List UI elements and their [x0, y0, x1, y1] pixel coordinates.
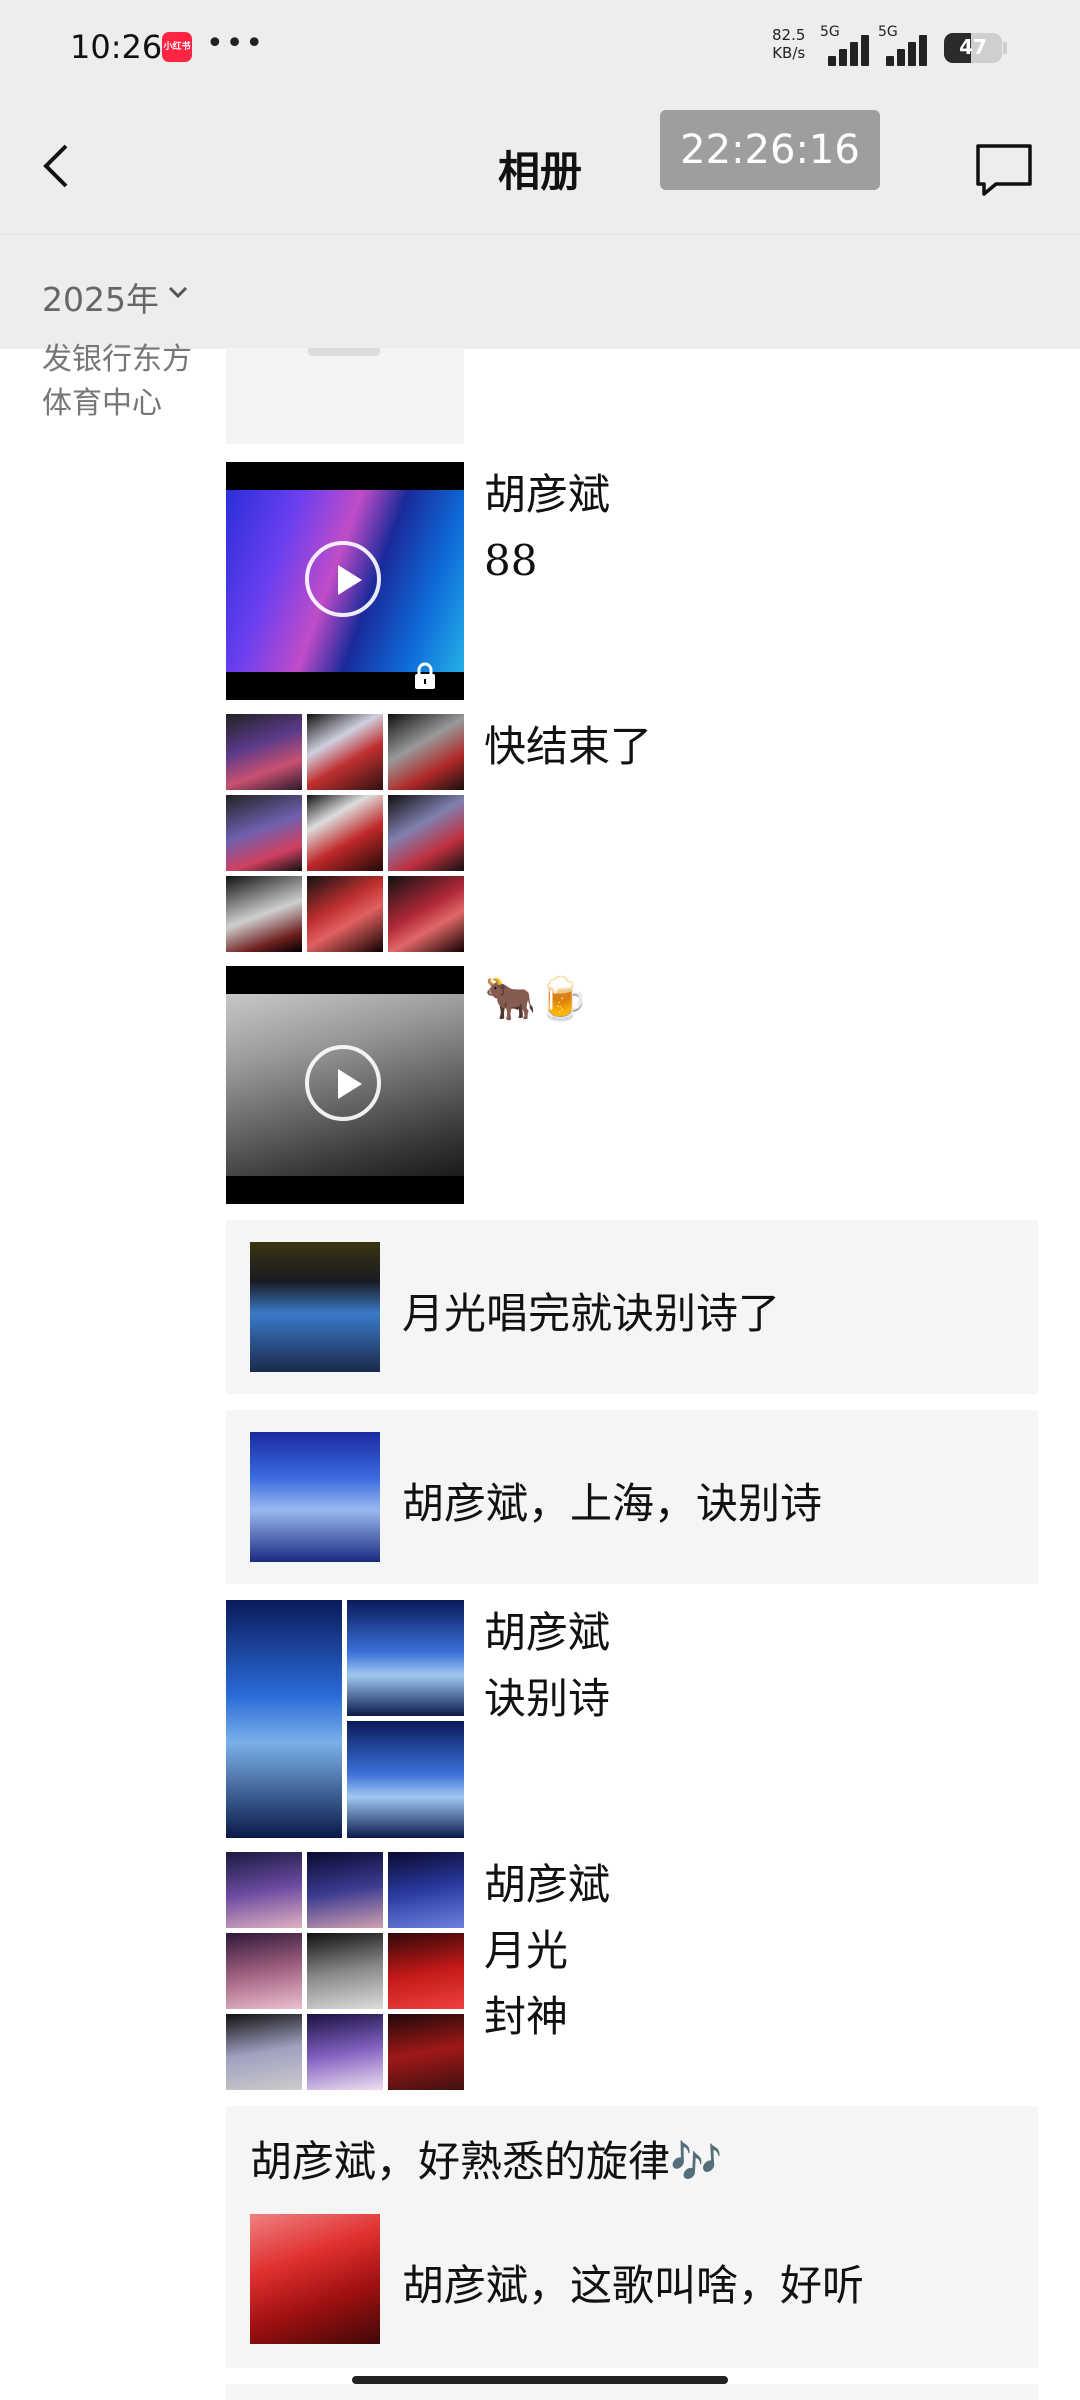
nav-bar: 相册 22:26:16: [0, 96, 1080, 234]
shared-link-thumbnail: [250, 2214, 380, 2344]
post-caption: 胡彦斌 诀别诗: [484, 1600, 610, 1732]
post-caption: 胡彦斌 88: [484, 462, 610, 594]
play-icon[interactable]: [305, 1045, 381, 1121]
next-post-card: [226, 2384, 1038, 2400]
messages-button[interactable]: [974, 142, 1034, 198]
shared-link-title: 胡彦斌，上海，诀别诗: [402, 1479, 823, 1528]
previous-post-thumbnail[interactable]: [226, 348, 464, 444]
grid-image[interactable]: [226, 1852, 302, 1928]
grid-image[interactable]: [307, 795, 383, 871]
comment-icon: [976, 144, 1032, 196]
shared-link-card[interactable]: 胡彦斌，上海，诀别诗: [226, 1410, 1038, 1584]
battery-icon: 47: [944, 33, 1002, 63]
lock-icon: [415, 662, 435, 689]
post-image-grid[interactable]: [226, 1600, 464, 1838]
grid-image[interactable]: [347, 1600, 464, 1716]
post-caption: 快结束了: [484, 714, 652, 780]
grid-image[interactable]: [307, 1933, 383, 2009]
caption-line: 快结束了: [484, 722, 653, 771]
post-text: 胡彦斌，好熟悉的旋律🎶: [250, 2137, 723, 2186]
network-speed: 82.5 KB/s: [772, 26, 806, 62]
grid-image[interactable]: [388, 876, 464, 952]
caption-line: 封神: [484, 1992, 569, 2041]
grid-image[interactable]: [388, 714, 464, 790]
caption-line: 胡彦斌: [484, 470, 611, 519]
grid-image[interactable]: [388, 2014, 464, 2090]
signal-icon-2: [886, 34, 930, 66]
grid-image[interactable]: [388, 795, 464, 871]
grid-image[interactable]: [226, 1600, 342, 1838]
post-image-grid[interactable]: [226, 1852, 464, 2090]
chevron-down-icon[interactable]: [166, 281, 190, 305]
shared-link-thumbnail: [250, 1242, 380, 1372]
post-video-thumbnail[interactable]: [226, 462, 464, 700]
shared-link-thumbnail: [250, 1432, 380, 1562]
caption-line: 胡彦斌: [484, 1608, 611, 1657]
location-label: 发银行东方体育中心: [42, 342, 192, 421]
xiaohongshu-notification-icon: 小红书: [162, 32, 192, 62]
grid-image[interactable]: [226, 714, 302, 790]
grid-image[interactable]: [307, 876, 383, 952]
caption-line: 月光: [484, 1926, 569, 1975]
grid-image[interactable]: [388, 1852, 464, 1928]
time-overlay: 22:26:16: [660, 110, 880, 190]
post-caption: 胡彦斌 月光 封神: [484, 1852, 610, 2050]
grid-image[interactable]: [226, 2014, 302, 2090]
shared-link-title: 胡彦斌，这歌叫啥，好听: [402, 2261, 865, 2310]
shared-link-card[interactable]: 胡彦斌，好熟悉的旋律🎶 胡彦斌，这歌叫啥，好听: [226, 2106, 1038, 2368]
grid-image[interactable]: [307, 2014, 383, 2090]
post-video-thumbnail[interactable]: [226, 966, 464, 1204]
signal-icon: [828, 34, 872, 66]
play-icon[interactable]: [305, 541, 381, 617]
year-selector[interactable]: 2025年: [42, 273, 159, 321]
grid-image[interactable]: [226, 795, 302, 871]
grid-image[interactable]: [226, 1933, 302, 2009]
status-time: 10:26: [70, 28, 163, 66]
shared-link-card[interactable]: 月光唱完就诀别诗了: [226, 1220, 1038, 1394]
caption-line: 🐂🍺: [484, 974, 589, 1023]
page-title: 相册: [497, 147, 582, 196]
caption-line: 88: [484, 536, 538, 585]
post-image-grid[interactable]: [226, 714, 464, 952]
grid-image[interactable]: [388, 1933, 464, 2009]
grid-image[interactable]: [307, 714, 383, 790]
grid-image[interactable]: [226, 876, 302, 952]
shared-link-title: 月光唱完就诀别诗了: [402, 1289, 781, 1338]
grid-image[interactable]: [307, 1852, 383, 1928]
status-bar: 10:26 小红书 ••• 82.5 KB/s 5G 5G 47: [0, 0, 1080, 96]
grid-image[interactable]: [347, 1721, 464, 1838]
caption-line: 胡彦斌: [484, 1860, 611, 1909]
year-filter-bar: 2025年: [0, 234, 1080, 349]
caption-line: 诀别诗: [484, 1674, 611, 1723]
post-caption: 🐂🍺: [484, 966, 589, 1032]
more-notifications-icon: •••: [206, 26, 266, 61]
home-indicator[interactable]: [352, 2376, 728, 2384]
